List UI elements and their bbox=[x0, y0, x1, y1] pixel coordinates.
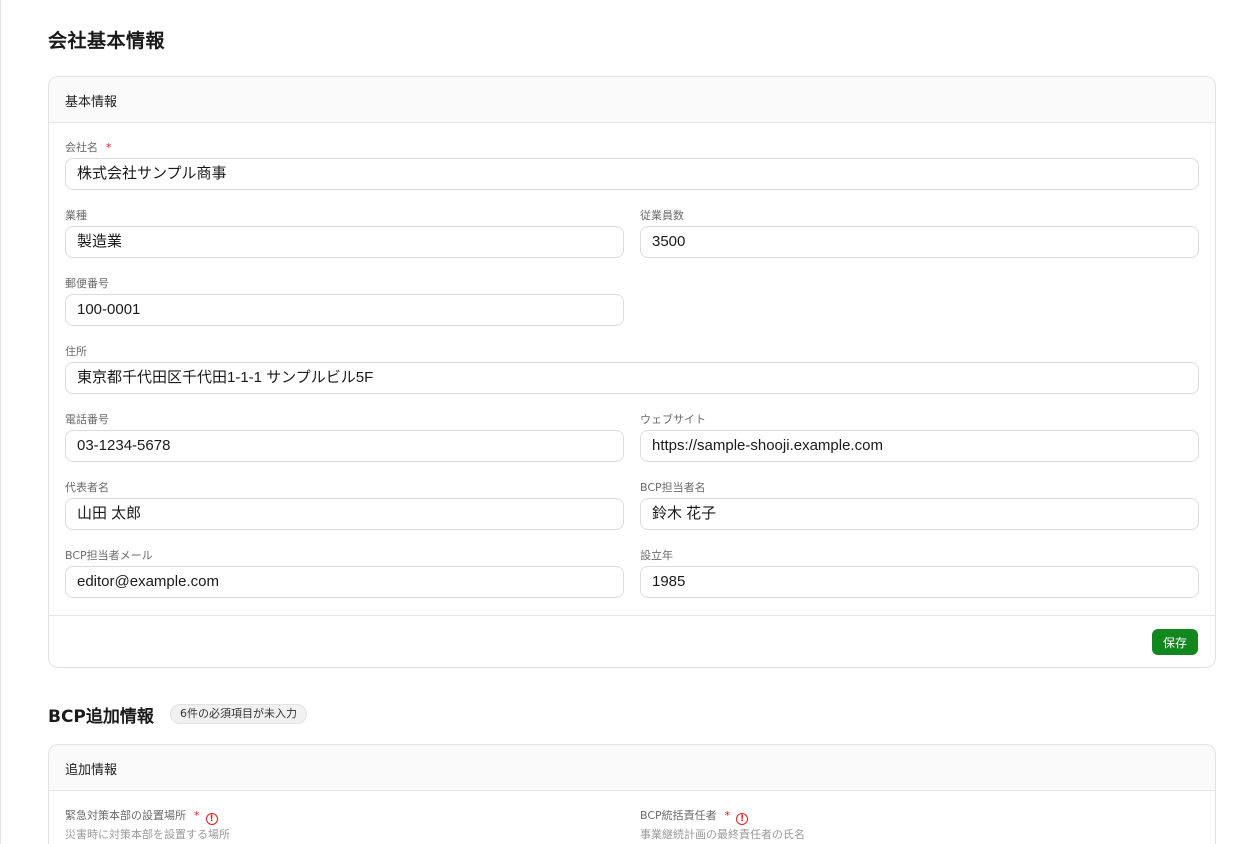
employees-label: 従業員数 bbox=[640, 209, 684, 222]
address-label: 住所 bbox=[65, 345, 87, 358]
bcp-contact-input[interactable]: 鈴木 花子 bbox=[640, 498, 1199, 530]
required-mark: * bbox=[106, 141, 112, 154]
company-name-label: 会社名 * bbox=[65, 141, 112, 154]
alert-circle-icon: ! bbox=[736, 813, 749, 825]
website-label: ウェブサイト bbox=[640, 413, 706, 426]
postal-input[interactable]: 100-0001 bbox=[65, 294, 624, 326]
hq-location-hint: 災害時に対策本部を設置する場所 bbox=[65, 828, 230, 841]
additional-info-card: 追加情報 緊急対策本部の設置場所 *! 災害時に対策本部を設置する場所 BCP統括… bbox=[48, 744, 1216, 844]
additional-info-header: 追加情報 bbox=[49, 745, 1215, 791]
bcp-contact-label: BCP担当者名 bbox=[640, 481, 706, 494]
save-button[interactable]: 保存 bbox=[1152, 629, 1198, 655]
founded-input[interactable]: 1985 bbox=[640, 566, 1199, 598]
bcp-email-label: BCP担当者メール bbox=[65, 549, 153, 562]
employees-input[interactable]: 3500 bbox=[640, 226, 1199, 258]
page-title: 会社基本情報 bbox=[48, 30, 166, 52]
company-name-input[interactable]: 株式会社サンプル商事 bbox=[65, 158, 1199, 190]
website-input[interactable]: https://sample-shooji.example.com bbox=[640, 430, 1199, 462]
founded-label: 設立年 bbox=[640, 549, 673, 562]
basic-info-card: 基本情報 会社名 * 株式会社サンプル商事 業種 製造業 従業員数 3500 郵便… bbox=[48, 76, 1216, 668]
postal-label: 郵便番号 bbox=[65, 277, 109, 290]
page-left-border bbox=[0, 0, 1, 844]
representative-input[interactable]: 山田 太郎 bbox=[65, 498, 624, 530]
missing-required-badge: 6件の必須項目が未入力 bbox=[170, 704, 307, 724]
bcp-section-title: BCP追加情報 bbox=[48, 707, 154, 727]
phone-label: 電話番号 bbox=[65, 413, 109, 426]
address-input[interactable]: 東京都千代田区千代田1-1-1 サンプルビル5F bbox=[65, 362, 1199, 394]
industry-label: 業種 bbox=[65, 209, 87, 222]
basic-info-header: 基本情報 bbox=[49, 77, 1215, 123]
industry-input[interactable]: 製造業 bbox=[65, 226, 624, 258]
hq-location-label: 緊急対策本部の設置場所 *! bbox=[65, 807, 218, 825]
alert-circle-icon: ! bbox=[205, 813, 218, 825]
required-mark: * bbox=[724, 809, 731, 822]
bcp-manager-hint: 事業継続計画の最終責任者の氏名 bbox=[640, 828, 805, 841]
bcp-email-input[interactable]: editor@example.com bbox=[65, 566, 624, 598]
representative-label: 代表者名 bbox=[65, 481, 109, 494]
required-mark: * bbox=[194, 809, 200, 822]
phone-input[interactable]: 03-1234-5678 bbox=[65, 430, 624, 462]
basic-info-footer: 保存 bbox=[49, 615, 1215, 667]
bcp-manager-label: BCP統括責任者 *! bbox=[640, 807, 749, 825]
